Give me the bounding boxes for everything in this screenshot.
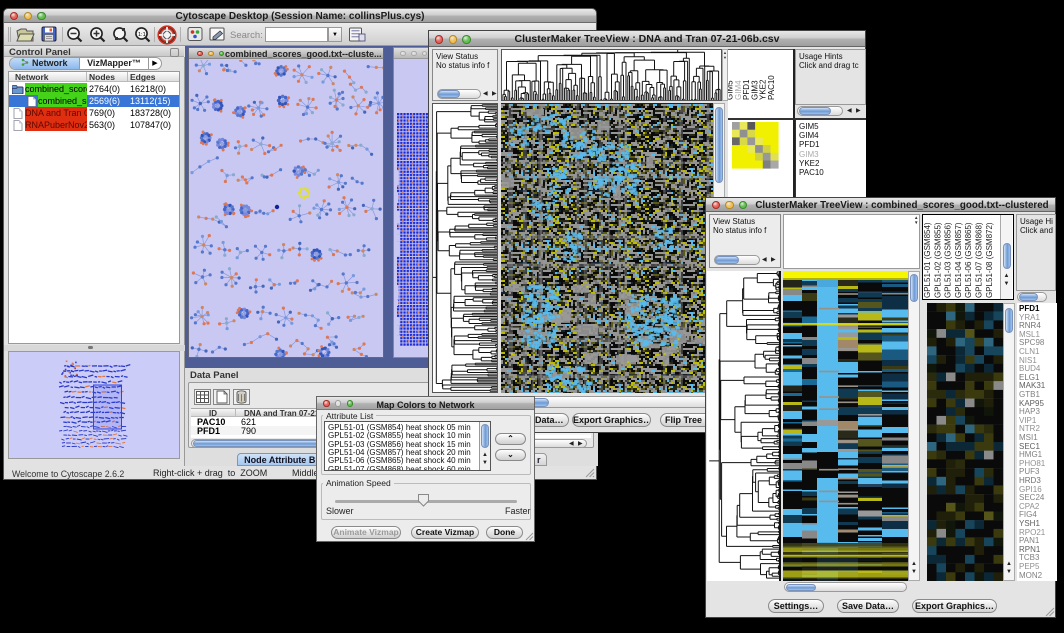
- svg-text:1:1: 1:1: [138, 32, 146, 38]
- svg-text:GPL51-08 (GSM872): GPL51-08 (GSM872): [985, 222, 994, 298]
- svg-text:GPL51-03 (GSM856): GPL51-03 (GSM856): [944, 222, 953, 298]
- svg-text:GPL51-04 (GSM857): GPL51-04 (GSM857): [954, 222, 963, 298]
- svg-text:GPL51-07 (GSM868): GPL51-07 (GSM868): [975, 222, 984, 298]
- svg-text:GPL51-02 (GSM855): GPL51-02 (GSM855): [933, 222, 942, 298]
- svg-text:GPL51-06 (GSM865): GPL51-06 (GSM865): [964, 222, 973, 298]
- svg-text:GPL51-01 (GSM854): GPL51-01 (GSM854): [923, 222, 932, 298]
- svg-text:PAC10: PAC10: [767, 75, 776, 100]
